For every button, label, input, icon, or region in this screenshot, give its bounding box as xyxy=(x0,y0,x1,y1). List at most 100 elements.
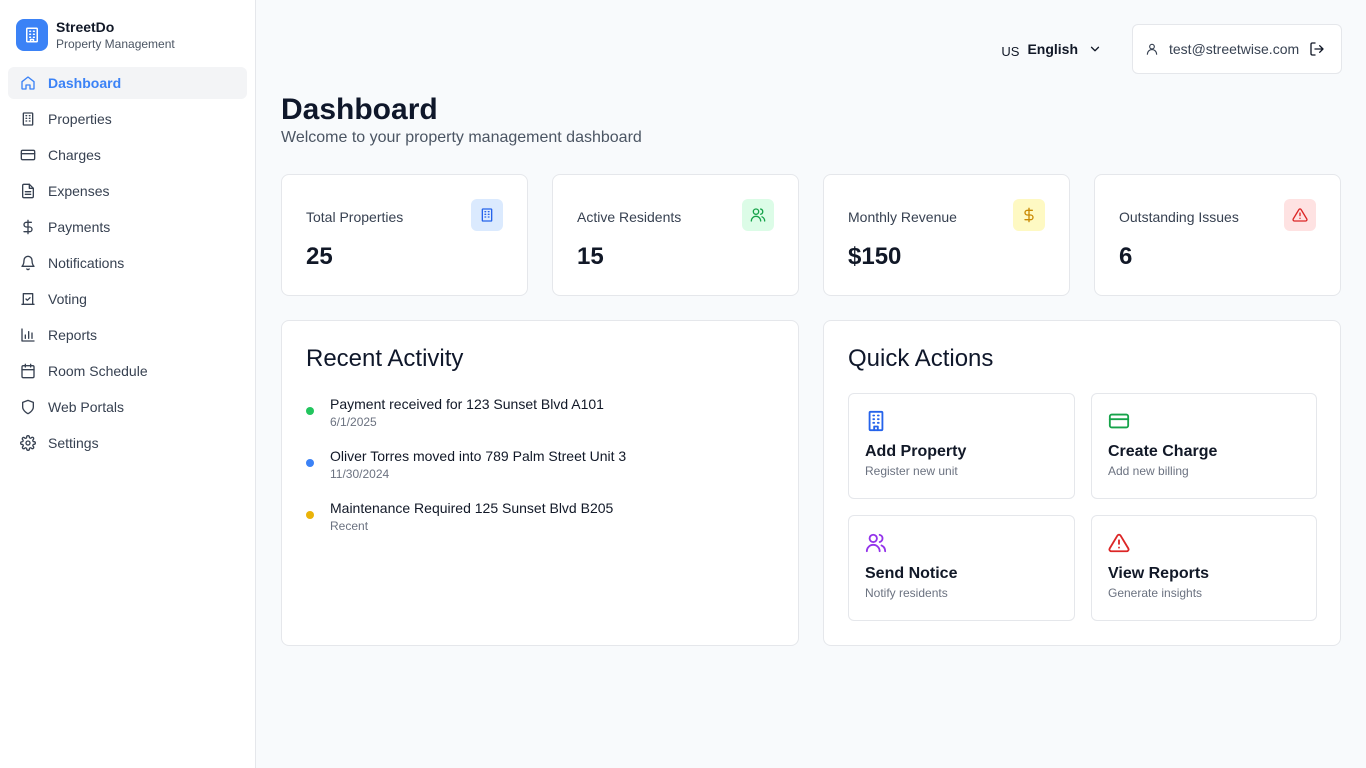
sidebar-item-label: Room Schedule xyxy=(48,363,148,379)
stat-icon-box xyxy=(471,199,503,231)
alert-triangle-icon xyxy=(1292,208,1308,222)
list-item: Payment received for 123 Sunset Blvd A10… xyxy=(306,395,774,431)
logout-icon[interactable] xyxy=(1309,41,1325,57)
recent-activity-panel: Recent Activity Payment received for 123… xyxy=(281,320,799,646)
user-icon xyxy=(1146,43,1158,55)
stat-card-total-properties: Total Properties 25 xyxy=(281,174,528,296)
page-title: Dashboard xyxy=(281,93,438,126)
chevron-down-icon xyxy=(1090,46,1100,52)
send-notice-button[interactable]: Send Notice Notify residents xyxy=(848,515,1075,621)
status-dot xyxy=(306,511,314,519)
quick-action-title: Add Property xyxy=(865,443,967,460)
activity-text: Maintenance Required 125 Sunset Blvd B20… xyxy=(330,500,614,516)
status-dot xyxy=(306,407,314,415)
sidebar-item-web-portals[interactable]: Web Portals xyxy=(8,391,247,423)
quick-action-title: Send Notice xyxy=(865,565,958,582)
bell-icon xyxy=(21,255,35,271)
credit-card-icon xyxy=(1108,413,1130,429)
dollar-icon xyxy=(1024,207,1034,223)
stat-card-outstanding-issues: Outstanding Issues 6 xyxy=(1094,174,1341,296)
sidebar-item-expenses[interactable]: Expenses xyxy=(8,175,247,207)
sidebar-item-label: Properties xyxy=(48,111,112,127)
users-icon xyxy=(865,533,887,553)
gear-icon xyxy=(20,435,36,451)
activity-list: Payment received for 123 Sunset Blvd A10… xyxy=(306,395,774,535)
sidebar-item-room-schedule[interactable]: Room Schedule xyxy=(8,355,247,387)
sidebar-item-label: Web Portals xyxy=(48,399,124,415)
sidebar-item-label: Voting xyxy=(48,291,87,307)
brand-subtitle: Property Management xyxy=(56,37,175,51)
panels-row: Recent Activity Payment received for 123… xyxy=(281,320,1342,646)
bar-chart-icon xyxy=(21,328,35,342)
language-code: US xyxy=(1001,43,1020,59)
stat-value: 25 xyxy=(306,243,333,270)
top-bar: US English test@streetwise.com xyxy=(256,24,1342,74)
vote-icon xyxy=(21,293,35,305)
quick-action-subtitle: Add new billing xyxy=(1108,464,1189,478)
building-icon xyxy=(481,208,493,222)
credit-card-icon xyxy=(20,149,36,161)
sidebar-item-properties[interactable]: Properties xyxy=(8,103,247,135)
page-subtitle: Welcome to your property management dash… xyxy=(281,129,642,146)
sidebar-item-label: Notifications xyxy=(48,255,125,271)
activity-date: 6/1/2025 xyxy=(330,415,377,429)
calendar-icon xyxy=(21,363,35,379)
sidebar-item-charges[interactable]: Charges xyxy=(8,139,247,171)
stat-icon-box xyxy=(1013,199,1045,231)
quick-actions-grid: Add Property Register new unit Create Ch… xyxy=(848,393,1317,621)
stat-value: 6 xyxy=(1119,243,1133,270)
create-charge-button[interactable]: Create Charge Add new billing xyxy=(1091,393,1317,499)
stat-icon-box xyxy=(742,199,774,231)
view-reports-button[interactable]: View Reports Generate insights xyxy=(1091,515,1317,621)
building-icon xyxy=(868,410,884,432)
stat-value: $150 xyxy=(848,243,902,270)
brand-name: StreetDo xyxy=(56,19,115,35)
add-property-button[interactable]: Add Property Register new unit xyxy=(848,393,1075,499)
activity-text: Oliver Torres moved into 789 Palm Street… xyxy=(330,448,627,464)
sidebar-nav: Dashboard Properties Charges Expenses Pa… xyxy=(0,67,255,459)
stat-value: 15 xyxy=(577,243,604,270)
stats-row: Total Properties 25 Active Residents 15 … xyxy=(281,174,1342,296)
main-content: Dashboard Welcome to your property manag… xyxy=(281,92,1342,646)
recent-activity-title: Recent Activity xyxy=(306,345,464,372)
dollar-icon xyxy=(23,219,33,235)
stat-card-active-residents: Active Residents 15 xyxy=(552,174,799,296)
sidebar-item-label: Expenses xyxy=(48,183,110,199)
sidebar-item-label: Payments xyxy=(48,219,111,235)
language-selector[interactable]: US English xyxy=(1001,40,1102,59)
brand-logo xyxy=(16,19,48,51)
building-icon xyxy=(22,112,34,126)
stat-icon-box xyxy=(1284,199,1316,231)
sidebar-item-label: Settings xyxy=(48,435,99,451)
sidebar: StreetDo Property Management Dashboard P… xyxy=(0,0,256,768)
quick-action-title: View Reports xyxy=(1108,565,1210,582)
sidebar-item-reports[interactable]: Reports xyxy=(8,319,247,351)
sidebar-item-dashboard[interactable]: Dashboard xyxy=(8,67,247,99)
status-dot xyxy=(306,459,314,467)
activity-text: Payment received for 123 Sunset Blvd A10… xyxy=(330,396,604,412)
quick-action-title: Create Charge xyxy=(1108,443,1218,460)
sidebar-item-payments[interactable]: Payments xyxy=(8,211,247,243)
brand[interactable]: StreetDo Property Management xyxy=(0,5,255,65)
quick-action-subtitle: Notify residents xyxy=(865,586,948,600)
stat-card-monthly-revenue: Monthly Revenue $150 xyxy=(823,174,1070,296)
shield-icon xyxy=(22,399,34,415)
sidebar-item-notifications[interactable]: Notifications xyxy=(8,247,247,279)
user-menu[interactable]: test@streetwise.com xyxy=(1132,24,1342,74)
quick-action-subtitle: Generate insights xyxy=(1108,586,1203,600)
home-icon xyxy=(21,76,35,90)
activity-date: 11/30/2024 xyxy=(330,467,390,481)
alert-triangle-icon xyxy=(1108,533,1130,553)
building-icon xyxy=(26,27,38,43)
language-name: English xyxy=(1027,41,1078,57)
sidebar-item-voting[interactable]: Voting xyxy=(8,283,247,315)
quick-action-subtitle: Register new unit xyxy=(865,464,958,478)
sidebar-item-label: Charges xyxy=(48,147,101,163)
sidebar-item-label: Reports xyxy=(48,327,98,343)
user-email: test@streetwise.com xyxy=(1169,41,1300,57)
sidebar-item-settings[interactable]: Settings xyxy=(8,427,247,459)
users-icon xyxy=(750,208,766,222)
list-item: Oliver Torres moved into 789 Palm Street… xyxy=(306,447,774,483)
file-text-icon xyxy=(22,183,34,199)
list-item: Maintenance Required 125 Sunset Blvd B20… xyxy=(306,499,774,535)
